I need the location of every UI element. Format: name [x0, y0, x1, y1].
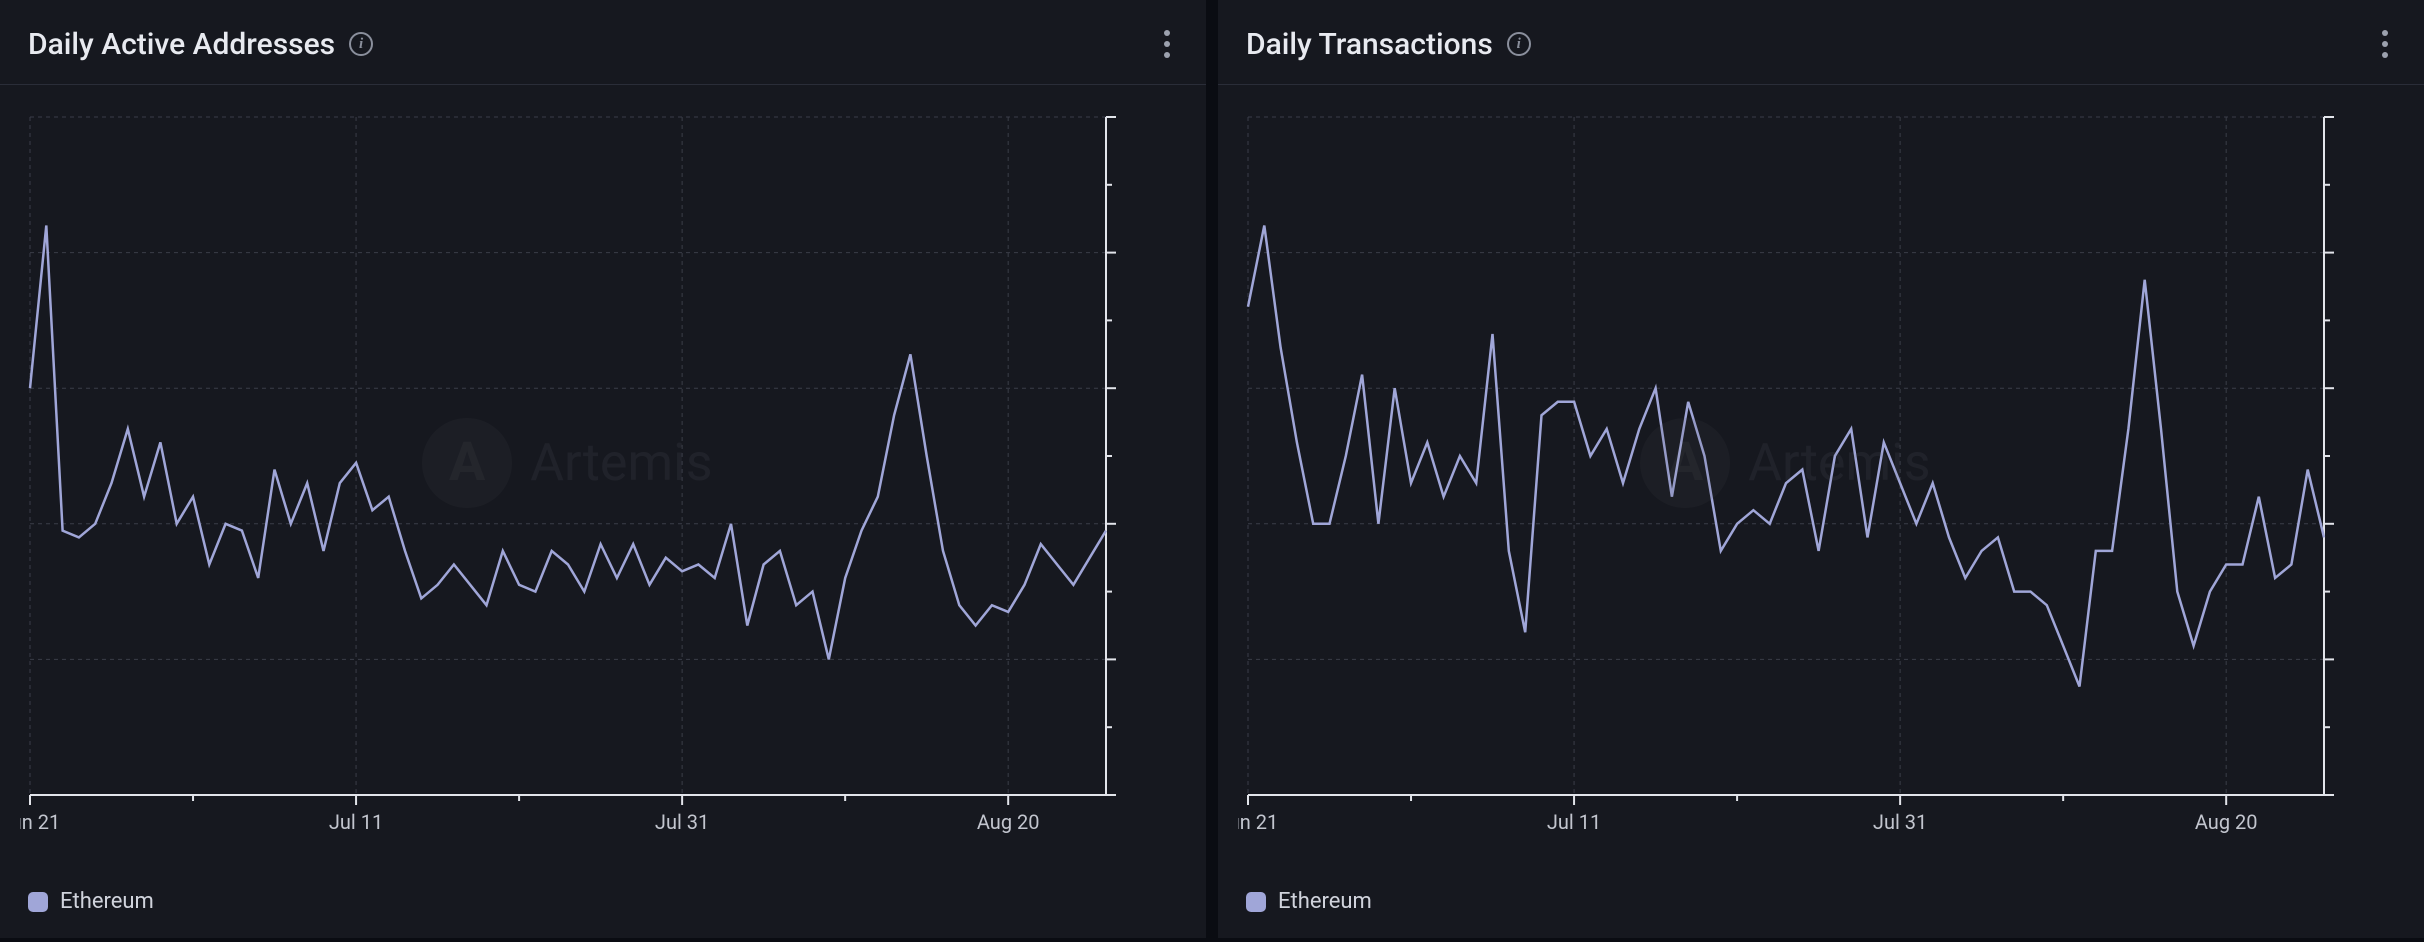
panel-daily-transactions: Daily Transactions i A Artemis 900K1M1.1… [1218, 0, 2424, 938]
legend[interactable]: Ethereum [0, 877, 1206, 942]
panel-header: Daily Transactions i [1218, 0, 2424, 85]
info-icon[interactable]: i [349, 32, 373, 56]
svg-text:Aug 20: Aug 20 [977, 810, 1040, 834]
legend-label: Ethereum [60, 889, 154, 914]
svg-text:Jul 11: Jul 11 [1547, 810, 1601, 834]
kebab-menu-icon[interactable] [2374, 22, 2396, 66]
svg-text:Aug 20: Aug 20 [2195, 810, 2258, 834]
line-chart: 900K1M1.1M1.2M1.3M1.4MJun 21Jul 11Jul 31… [1238, 105, 2334, 857]
kebab-menu-icon[interactable] [1156, 22, 1178, 66]
panel-daily-active-addresses: Daily Active Addresses i A Artemis 200K3… [0, 0, 1206, 938]
svg-text:Jun 21: Jun 21 [1238, 810, 1278, 834]
svg-text:Jul 31: Jul 31 [1873, 810, 1927, 834]
panel-header: Daily Active Addresses i [0, 0, 1206, 85]
chart-area: A Artemis 900K1M1.1M1.2M1.3M1.4MJun 21Ju… [1218, 85, 2424, 877]
chart-title: Daily Transactions [1246, 27, 1493, 62]
legend-swatch [28, 892, 48, 912]
chart-area: A Artemis 200K300K400K500K600K700KJun 21… [0, 85, 1206, 877]
legend-swatch [1246, 892, 1266, 912]
legend[interactable]: Ethereum [1218, 877, 2424, 942]
svg-text:Jul 31: Jul 31 [655, 810, 709, 834]
legend-label: Ethereum [1278, 889, 1372, 914]
svg-text:Jul 11: Jul 11 [329, 810, 383, 834]
info-icon[interactable]: i [1507, 32, 1531, 56]
title-group: Daily Active Addresses i [28, 27, 373, 62]
title-group: Daily Transactions i [1246, 27, 1531, 62]
line-chart: 200K300K400K500K600K700KJun 21Jul 11Jul … [20, 105, 1116, 857]
svg-text:Jun 21: Jun 21 [20, 810, 60, 834]
chart-title: Daily Active Addresses [28, 27, 335, 62]
